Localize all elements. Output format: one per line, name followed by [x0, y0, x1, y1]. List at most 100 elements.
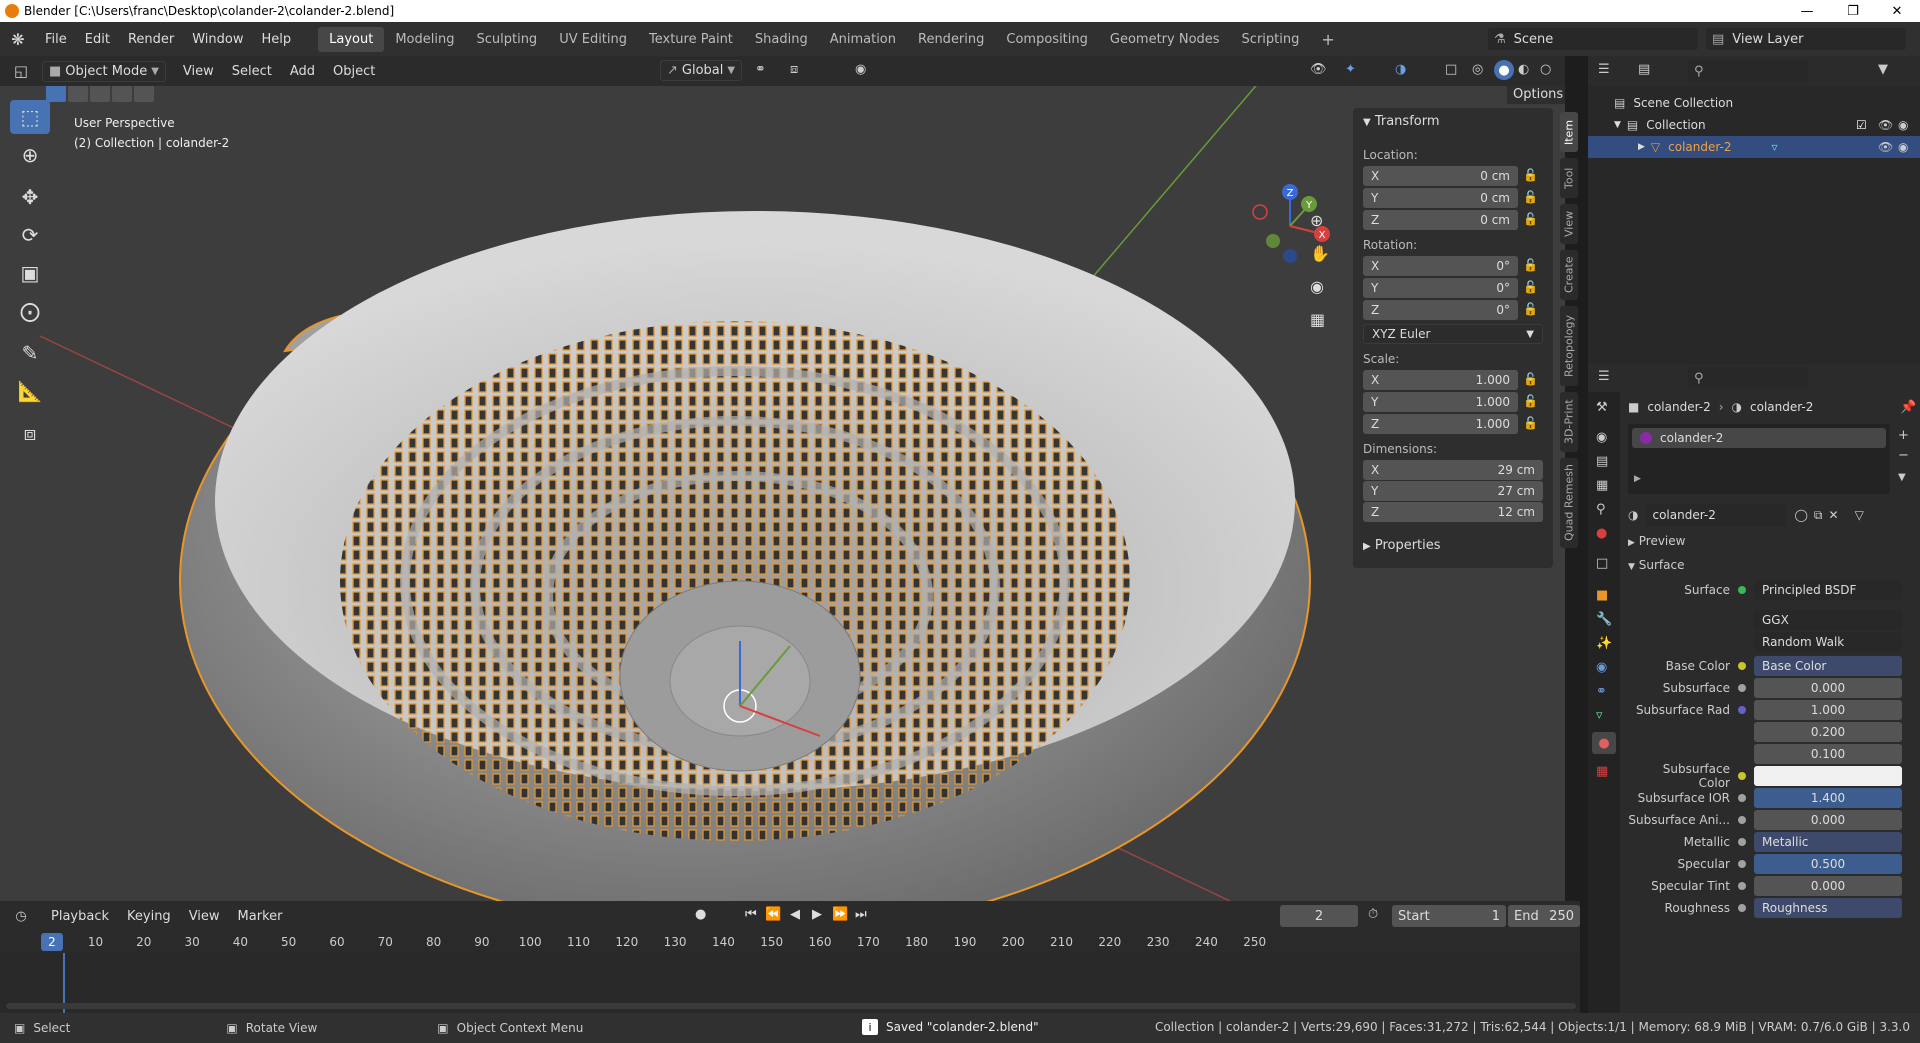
- timeline-menu-keying[interactable]: Keying: [118, 909, 180, 924]
- shader-property-value[interactable]: 1.000: [1754, 700, 1902, 720]
- preview-panel-header[interactable]: ▶ Preview: [1628, 534, 1685, 548]
- properties-editor-icon[interactable]: ☰: [1598, 369, 1610, 384]
- solid-shading-icon[interactable]: ●: [1494, 60, 1514, 80]
- timeline-menu-playback[interactable]: Playback: [42, 909, 118, 924]
- data-tab-icon[interactable]: ▿: [1596, 708, 1603, 723]
- surface-panel-header[interactable]: ▼ Surface: [1628, 558, 1684, 572]
- lock-icon[interactable]: 🔓: [1523, 372, 1538, 386]
- location-z-field[interactable]: Z 0 cm: [1363, 210, 1518, 230]
- select-extend-icon[interactable]: [68, 86, 88, 102]
- lock-icon[interactable]: 🔓: [1523, 394, 1538, 408]
- modifier-tab-icon[interactable]: 🔧: [1596, 612, 1612, 627]
- stopwatch-icon[interactable]: ⏱: [1368, 907, 1378, 922]
- menu-file[interactable]: File: [36, 32, 76, 47]
- jump-keyframe-back-icon[interactable]: ⏪: [765, 907, 781, 922]
- move-tool[interactable]: ✥: [10, 180, 50, 214]
- constraints-tab-icon[interactable]: ⚭: [1596, 684, 1607, 699]
- add-slot-icon[interactable]: +: [1898, 428, 1909, 443]
- transform-orientation-dropdown[interactable]: ↗ Global ▼: [660, 60, 743, 81]
- texture-tab-icon[interactable]: ▦: [1596, 764, 1608, 779]
- lock-icon[interactable]: 🔓: [1523, 212, 1538, 226]
- outliner-search-input[interactable]: ⚲: [1688, 60, 1808, 82]
- select-intersect-icon[interactable]: [134, 86, 154, 102]
- tab-retopology[interactable]: Retopology: [1560, 306, 1578, 386]
- tab-create[interactable]: Create: [1560, 250, 1578, 300]
- collection-tab-icon[interactable]: □: [1596, 556, 1608, 571]
- vp-menu-object[interactable]: Object: [324, 64, 384, 79]
- distribution-dropdown[interactable]: GGX: [1754, 610, 1902, 630]
- pivot-icon[interactable]: ⚭: [755, 62, 766, 77]
- tab-3d-print[interactable]: 3D-Print: [1560, 392, 1578, 452]
- shader-property-value[interactable]: 0.500: [1754, 854, 1902, 874]
- add-workspace-button[interactable]: +: [1310, 25, 1345, 54]
- link-type-icon[interactable]: ▽: [1855, 508, 1864, 522]
- shader-property-value[interactable]: 0.000: [1754, 876, 1902, 896]
- remove-slot-icon[interactable]: −: [1898, 448, 1909, 463]
- scene-tab-icon[interactable]: ⚲: [1596, 502, 1606, 517]
- blender-menu-icon[interactable]: ❋: [0, 30, 36, 49]
- lock-icon[interactable]: 🔓: [1523, 302, 1538, 316]
- 3d-viewport[interactable]: Z Y X User Perspective (2) Collection | …: [0, 86, 1565, 901]
- current-frame-marker[interactable]: 2: [41, 933, 63, 951]
- outliner-object-colander[interactable]: ▶ ▽ colander-2 ▿ 👁 ◉: [1588, 136, 1920, 158]
- material-name-field[interactable]: colander-2: [1646, 504, 1787, 526]
- tab-uv-editing[interactable]: UV Editing: [548, 27, 638, 52]
- shader-property-value[interactable]: 1.400: [1754, 788, 1902, 808]
- rendered-shading-icon[interactable]: ○: [1540, 62, 1551, 77]
- dimensions-x-field[interactable]: X 29 cm: [1363, 460, 1543, 480]
- mode-dropdown[interactable]: ■ Object Mode ▼: [42, 60, 166, 82]
- tab-item[interactable]: Item: [1560, 112, 1578, 152]
- subsurface-method-dropdown[interactable]: Random Walk: [1754, 632, 1902, 652]
- material-browse-icon[interactable]: ◑: [1628, 508, 1638, 522]
- shader-property-value[interactable]: 0.100: [1754, 744, 1902, 764]
- particles-tab-icon[interactable]: ✨: [1596, 636, 1612, 651]
- add-cube-tool[interactable]: ⧈: [10, 416, 50, 450]
- unlink-icon[interactable]: ✕: [1829, 508, 1839, 522]
- proportional-edit-icon[interactable]: ◉: [855, 62, 866, 77]
- wireframe-shading-icon[interactable]: ◎: [1472, 62, 1483, 77]
- camera-icon[interactable]: ◉: [1310, 277, 1324, 296]
- output-tab-icon[interactable]: ▤: [1596, 454, 1608, 469]
- filter-icon[interactable]: ▼: [1878, 62, 1888, 77]
- render-tab-icon[interactable]: ◉: [1596, 430, 1607, 445]
- select-new-icon[interactable]: [46, 86, 66, 102]
- record-icon[interactable]: ●: [695, 907, 706, 922]
- shader-property-value[interactable]: Roughness: [1754, 898, 1902, 918]
- rotation-x-field[interactable]: X 0°: [1363, 256, 1518, 276]
- timeline-track[interactable]: [0, 953, 1580, 1013]
- tab-view[interactable]: View: [1560, 204, 1578, 244]
- tab-rendering[interactable]: Rendering: [907, 27, 995, 52]
- object-tab-icon[interactable]: ■: [1596, 588, 1608, 603]
- rotation-mode-dropdown[interactable]: XYZ Euler ▼: [1363, 324, 1543, 344]
- minimize-button[interactable]: —: [1784, 0, 1830, 22]
- eye-icon[interactable]: 👁: [1878, 118, 1893, 132]
- physics-tab-icon[interactable]: ◉: [1596, 660, 1607, 675]
- timeline-scrollbar[interactable]: [6, 1003, 1576, 1009]
- select-box-tool[interactable]: ⬚: [10, 100, 50, 134]
- transform-header[interactable]: ▼ Transform: [1363, 114, 1440, 129]
- menu-render[interactable]: Render: [119, 32, 183, 47]
- timeline-menu-view[interactable]: View: [180, 909, 229, 924]
- visibility-icon[interactable]: 👁: [1310, 62, 1327, 77]
- snap-icon[interactable]: ⧈: [790, 62, 798, 77]
- display-mode-icon[interactable]: ▤: [1638, 62, 1650, 77]
- shader-property-value[interactable]: Metallic: [1754, 832, 1902, 852]
- jump-keyframe-forward-icon[interactable]: ⏩: [832, 907, 848, 922]
- rotation-z-field[interactable]: Z 0°: [1363, 300, 1518, 320]
- properties-search-input[interactable]: ⚲: [1688, 367, 1808, 389]
- tab-layout[interactable]: Layout: [318, 26, 385, 52]
- shader-property-value[interactable]: 0.000: [1754, 678, 1902, 698]
- lock-icon[interactable]: 🔓: [1523, 190, 1538, 204]
- editor-type-icon[interactable]: ◱: [0, 62, 42, 80]
- slot-menu-icon[interactable]: ▼: [1898, 472, 1906, 483]
- tab-modeling[interactable]: Modeling: [384, 27, 465, 52]
- vp-menu-select[interactable]: Select: [223, 64, 281, 79]
- scale-z-field[interactable]: Z 1.000: [1363, 414, 1518, 434]
- duplicate-icon[interactable]: ⧉: [1814, 508, 1823, 523]
- tab-texture-paint[interactable]: Texture Paint: [638, 27, 744, 52]
- dimensions-y-field[interactable]: Y 27 cm: [1363, 481, 1543, 501]
- timeline-menu-marker[interactable]: Marker: [229, 909, 292, 924]
- cursor-tool[interactable]: ⊕: [10, 138, 50, 172]
- current-frame-field[interactable]: 2: [1280, 905, 1358, 927]
- view-layer-selector[interactable]: ▤ View Layer: [1706, 28, 1906, 50]
